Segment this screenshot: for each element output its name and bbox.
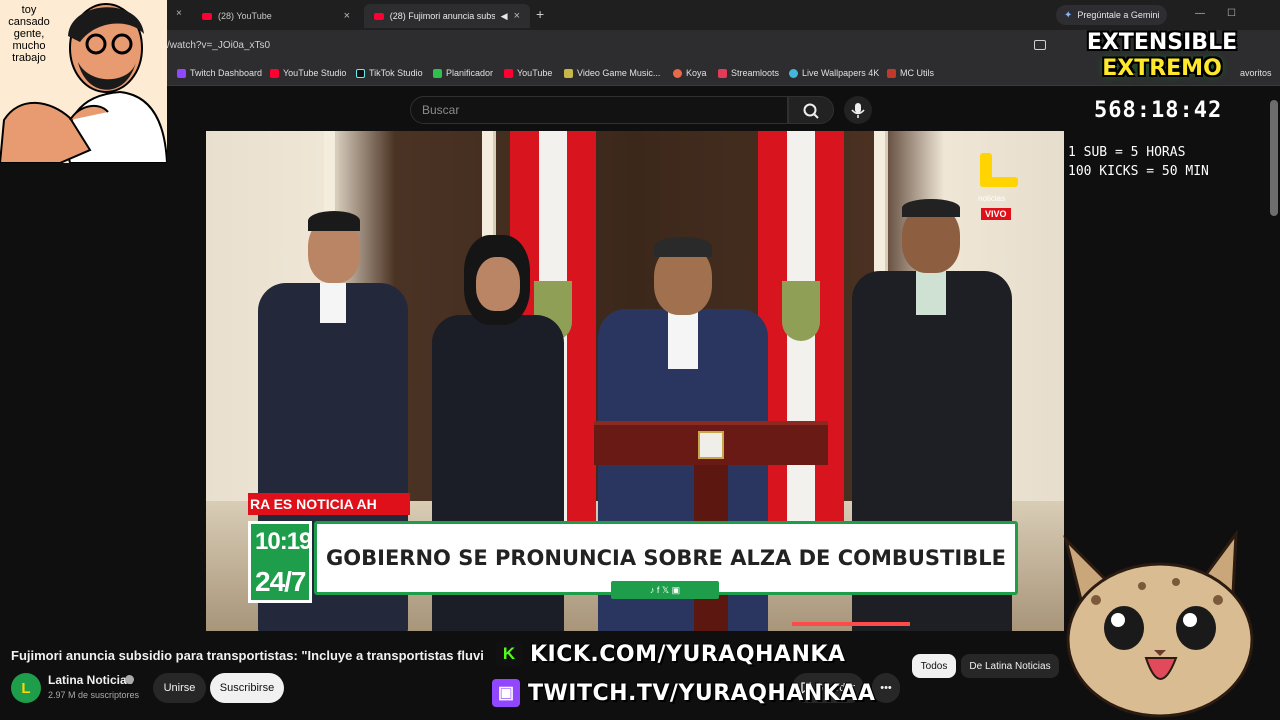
social-icons: ♪ f 𝕏 ▣ [611,581,719,599]
browser-tab-bar: (28) YouTube × × (28) Fujimori anuncia s… [0,0,1280,30]
gemini-label: Pregúntale a Gemini [1077,10,1160,20]
bookmark-live-wallpapers[interactable]: Live Wallpapers 4K [789,68,879,78]
more-actions-button[interactable]: ••• [872,673,900,703]
channel-name[interactable]: Latina Noticias [48,673,133,687]
video-progress[interactable] [792,622,910,626]
tab-label: (28) Fujimori anuncia subsid [389,11,495,21]
join-button[interactable]: Unirse [153,673,206,703]
tab-youtube[interactable]: (28) YouTube × [192,4,360,28]
microphone-icon [851,103,865,118]
streamer-avatar-panel: toy cansado gente, mucho trabajo [0,0,167,163]
calendar-icon [433,68,442,78]
bookmark-planificador[interactable]: Planificador [433,68,493,78]
kick-handle: KICK.COM/YURAQHANKA [530,641,846,667]
new-tab-button[interactable]: + [536,6,544,22]
bookmark-video-game-music[interactable]: Video Game Music... [564,68,660,78]
bookmark-label: Koya [686,68,707,78]
rule-kicks: 100 KICKS = 50 MIN [1068,164,1209,179]
youtube-icon [374,12,384,20]
subscriber-count: 2.97 M de suscriptores [48,690,140,700]
bookmark-label: Video Game Music... [577,68,661,78]
coat-of-arms-icon [698,431,724,459]
banner-line-1: EXTENSIBLE [1086,30,1238,55]
url-text[interactable]: /watch?v=_JOi0a_xTs0 [167,40,270,51]
koya-icon [673,68,682,78]
cat-mascot [1063,530,1254,718]
search-input[interactable] [411,97,787,123]
search-button[interactable] [788,96,834,124]
search-icon [803,103,819,119]
twitch-icon: ▣ [492,679,520,707]
twitch-link: ▣ TWITCH.TV/YURAQHANKAA [492,677,875,709]
bookmark-koya[interactable]: Koya [673,68,707,78]
bookmark-label: Planificador [446,68,494,78]
bookmark-mc-utils[interactable]: MC Utils [887,68,934,78]
tab-label: (28) YouTube [218,11,272,21]
page-scrollbar[interactable] [1270,100,1278,216]
bookmark-label: Twitch Dashboard [190,68,263,78]
bookmark-label: Live Wallpapers 4K [802,68,880,78]
bookmark-youtube[interactable]: YouTube [504,68,552,78]
time-box: 10:19 24/7 [248,521,312,603]
wallpaper-icon [789,68,798,78]
maximize-icon[interactable]: ☐ [1227,8,1236,19]
kick-icon: K [496,641,522,667]
bookmark-streamloots[interactable]: Streamloots [718,68,779,78]
bookmark-label: TikTok Studio [369,68,423,78]
banner-line-2: EXTREMO [1102,56,1222,81]
chip-from-channel[interactable]: De Latina Noticias [961,654,1059,678]
latina-logo [978,153,1018,193]
kick-link: K KICK.COM/YURAQHANKA [496,640,845,668]
tiktok-icon [356,68,365,78]
logo-text: noticias [978,194,1006,203]
gemini-button[interactable]: ✦ Pregúntale a Gemini [1056,5,1168,25]
close-icon[interactable]: × [176,8,182,19]
search-box[interactable] [410,96,788,124]
subathon-rules: 1 SUB = 5 HORAS 100 KICKS = 50 MIN [1068,143,1209,181]
bookmark-label: Streamloots [731,68,780,78]
voice-search-button[interactable] [844,96,872,124]
youtube-icon [202,12,212,20]
twitch-icon [177,68,186,78]
gemini-icon: ✦ [1064,9,1073,21]
youtube-studio-icon [270,68,279,78]
broadcast-time: 10:19 [255,528,312,555]
subathon-timer: 568:18:42 [1094,98,1223,123]
bookmark-label: MC Utils [900,68,934,78]
broadcast-tag: 24/7 [255,566,306,597]
video-title: Fujimori anuncia subsidio para transport… [11,648,484,663]
screen: (28) YouTube × × (28) Fujimori anuncia s… [0,0,1280,720]
music-icon [564,68,573,78]
bookmark-label: YouTube [517,68,553,78]
bookmark-youtube-studio[interactable]: YouTube Studio [270,68,346,78]
rule-subs: 1 SUB = 5 HORAS [1068,145,1186,160]
chip-all[interactable]: Todos [912,654,956,678]
bookmark-twitch-dashboard[interactable]: Twitch Dashboard [177,68,262,78]
close-icon[interactable]: × [514,10,520,22]
headline-text: GOBIERNO SE PRONUNCIA SOBRE ALZA DE COMB… [326,546,1006,570]
twitch-handle: TWITCH.TV/YURAQHANKAA [528,680,876,706]
webcam-caption: toy cansado gente, mucho trabajo [8,4,50,64]
mc-utils-icon [887,68,896,78]
subscribe-button[interactable]: Suscribirse [210,673,284,703]
close-icon[interactable]: × [344,10,350,22]
subathon-banner: EXTENSIBLE EXTREMO [1068,30,1256,96]
streamloots-icon [718,68,727,78]
bookmark-label: YouTube Studio [283,68,347,78]
speaker-icon[interactable]: ◀ [501,11,508,22]
tab-fujimori-video[interactable]: (28) Fujimori anuncia subsid ◀ × [364,4,530,28]
cast-icon[interactable] [1034,40,1046,50]
bookmark-tiktok-studio[interactable]: TikTok Studio [356,68,423,78]
news-ticker-red: RA ES NOTICIA AH [248,493,410,515]
channel-avatar[interactable]: L [11,673,41,703]
live-badge: VIVO [981,208,1011,220]
minimize-icon[interactable]: — [1195,8,1205,19]
video-player[interactable]: noticias VIVO RA ES NOTICIA AH 10:19 24/… [206,131,1064,631]
verified-icon [125,675,134,684]
youtube-icon [504,68,513,78]
